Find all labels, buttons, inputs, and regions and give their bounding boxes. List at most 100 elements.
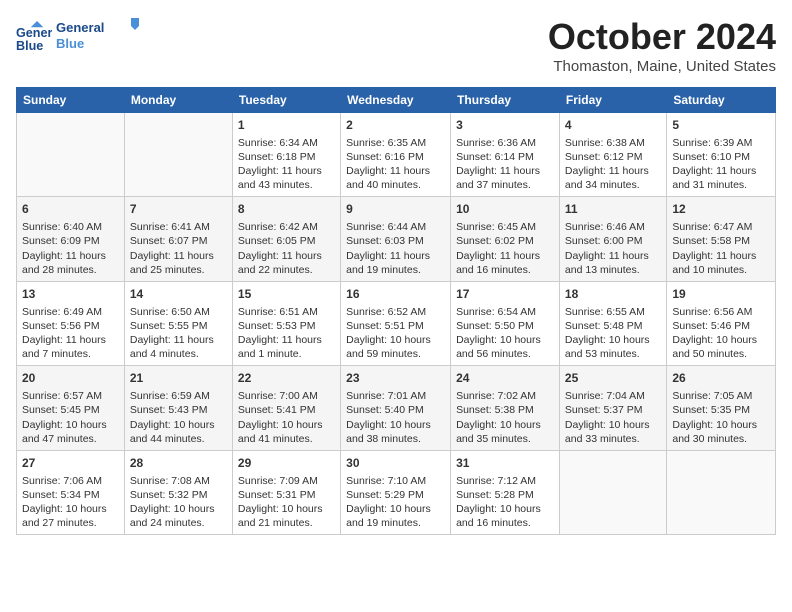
day-header-tuesday: Tuesday (232, 88, 340, 113)
calendar-cell: 8Sunrise: 6:42 AMSunset: 6:05 PMDaylight… (232, 197, 340, 281)
day-header-sunday: Sunday (17, 88, 125, 113)
day-number: 31 (456, 455, 554, 472)
week-row-1: 1Sunrise: 6:34 AMSunset: 6:18 PMDaylight… (17, 113, 776, 197)
day-info: Daylight: 11 hours and 43 minutes. (238, 164, 335, 192)
day-number: 11 (565, 201, 661, 218)
calendar-table: SundayMondayTuesdayWednesdayThursdayFrid… (16, 87, 776, 535)
day-info: Daylight: 10 hours and 35 minutes. (456, 418, 554, 446)
day-info: Sunrise: 7:01 AM (346, 389, 445, 403)
week-row-3: 13Sunrise: 6:49 AMSunset: 5:56 PMDayligh… (17, 281, 776, 365)
day-info: Sunrise: 7:05 AM (672, 389, 770, 403)
logo-icon: General Blue (16, 21, 52, 57)
day-info: Daylight: 10 hours and 19 minutes. (346, 502, 445, 530)
day-number: 12 (672, 201, 770, 218)
svg-text:Blue: Blue (56, 36, 84, 51)
day-number: 15 (238, 286, 335, 303)
calendar-cell: 29Sunrise: 7:09 AMSunset: 5:31 PMDayligh… (232, 450, 340, 534)
calendar-cell: 30Sunrise: 7:10 AMSunset: 5:29 PMDayligh… (341, 450, 451, 534)
calendar-cell: 24Sunrise: 7:02 AMSunset: 5:38 PMDayligh… (451, 366, 560, 450)
page-header: General Blue General Blue October 2024 T… (16, 16, 776, 75)
day-info: Sunset: 6:09 PM (22, 234, 119, 248)
day-info: Sunset: 6:18 PM (238, 150, 335, 164)
day-info: Sunset: 5:50 PM (456, 319, 554, 333)
day-info: Sunrise: 6:52 AM (346, 305, 445, 319)
day-info: Sunrise: 7:06 AM (22, 474, 119, 488)
day-info: Sunset: 6:14 PM (456, 150, 554, 164)
week-row-4: 20 Sunrise: 6:57 AMSunset: 5:45 PM Dayligh… (17, 366, 776, 450)
day-info: Daylight: 10 hours and 50 minutes. (672, 333, 770, 361)
day-number: 22 (238, 370, 335, 387)
day-number: 18 (565, 286, 661, 303)
day-number: 4 (565, 117, 661, 134)
day-info: Sunrise: 6:57 AM (22, 389, 119, 403)
day-info: Daylight: 11 hours and 40 minutes. (346, 164, 445, 192)
calendar-cell: 13Sunrise: 6:49 AMSunset: 5:56 PMDayligh… (17, 281, 125, 365)
day-info: Sunrise: 6:45 AM (456, 220, 554, 234)
calendar-cell (559, 450, 666, 534)
day-info: Sunset: 5:55 PM (130, 319, 227, 333)
day-number: 21 (130, 370, 227, 387)
calendar-cell: 20Sunrise: 6:57 AMSunset: 5:45 PMDayligh… (17, 366, 125, 450)
day-info: Daylight: 10 hours and 56 minutes. (456, 333, 554, 361)
day-info: Sunrise: 6:39 AM (672, 136, 770, 150)
day-info: Daylight: 11 hours and 31 minutes. (672, 164, 770, 192)
day-info: Sunrise: 6:50 AM (130, 305, 227, 319)
calendar-cell: 2Sunrise: 6:35 AMSunset: 6:16 PMDaylight… (341, 113, 451, 197)
calendar-cell (124, 113, 232, 197)
calendar-cell: 19Sunrise: 6:56 AMSunset: 5:46 PMDayligh… (667, 281, 776, 365)
day-number: 20 (22, 370, 119, 387)
calendar-cell: 28Sunrise: 7:08 AMSunset: 5:32 PMDayligh… (124, 450, 232, 534)
day-info: Sunset: 6:02 PM (456, 234, 554, 248)
day-info: Daylight: 10 hours and 16 minutes. (456, 502, 554, 530)
day-info: Sunset: 5:53 PM (238, 319, 335, 333)
calendar-cell: 6Sunrise: 6:40 AMSunset: 6:09 PMDaylight… (17, 197, 125, 281)
calendar-cell: 26Sunrise: 7:05 AMSunset: 5:35 PMDayligh… (667, 366, 776, 450)
day-info: Daylight: 10 hours and 33 minutes. (565, 418, 661, 446)
svg-text:Blue: Blue (16, 38, 43, 52)
day-info: Sunset: 6:10 PM (672, 150, 770, 164)
calendar-cell: 1Sunrise: 6:34 AMSunset: 6:18 PMDaylight… (232, 113, 340, 197)
day-info: Daylight: 11 hours and 22 minutes. (238, 249, 335, 277)
calendar-cell: 5 Sunrise: 6:39 AMSunset: 6:10 PMDaylight… (667, 113, 776, 197)
day-info: Daylight: 10 hours and 24 minutes. (130, 502, 227, 530)
day-info: Sunrise: 6:56 AM (672, 305, 770, 319)
day-number: 30 (346, 455, 445, 472)
day-info: Sunrise: 6:54 AM (456, 305, 554, 319)
calendar-cell: 9Sunrise: 6:44 AMSunset: 6:03 PMDaylight… (341, 197, 451, 281)
calendar-cell: 14Sunrise: 6:50 AMSunset: 5:55 PMDayligh… (124, 281, 232, 365)
day-info: Sunset: 6:16 PM (346, 150, 445, 164)
day-info: Sunset: 6:05 PM (238, 234, 335, 248)
day-info: Sunrise: 7:10 AM (346, 474, 445, 488)
day-info: Sunrise: 7:08 AM (130, 474, 227, 488)
day-header-friday: Friday (559, 88, 666, 113)
calendar-cell: 10Sunrise: 6:45 AMSunset: 6:02 PMDayligh… (451, 197, 560, 281)
day-number: 27 (22, 455, 119, 472)
day-info: Sunrise: 7:02 AM (456, 389, 554, 403)
calendar-cell: 12Sunrise: 6:47 AMSunset: 5:58 PMDayligh… (667, 197, 776, 281)
day-info: Daylight: 11 hours and 7 minutes. (22, 333, 119, 361)
day-info: Sunset: 5:56 PM (22, 319, 119, 333)
day-info: Sunset: 5:51 PM (346, 319, 445, 333)
location: Thomaston, Maine, United States (548, 58, 776, 75)
day-number: 16 (346, 286, 445, 303)
day-number: 1 (238, 117, 335, 134)
day-info: Daylight: 11 hours and 1 minute. (238, 333, 335, 361)
day-info: Daylight: 10 hours and 21 minutes. (238, 502, 335, 530)
day-info: Sunrise: 6:44 AM (346, 220, 445, 234)
day-info: Sunset: 5:45 PM (22, 403, 119, 417)
calendar-cell: 31Sunrise: 7:12 AMSunset: 5:28 PMDayligh… (451, 450, 560, 534)
day-info: Sunrise: 7:12 AM (456, 474, 554, 488)
day-number: 19 (672, 286, 770, 303)
day-number: 5 (672, 117, 770, 134)
day-info: Daylight: 10 hours and 53 minutes. (565, 333, 661, 361)
day-info: Sunrise: 7:04 AM (565, 389, 661, 403)
calendar-cell: 16Sunrise: 6:52 AMSunset: 5:51 PMDayligh… (341, 281, 451, 365)
day-info: Sunrise: 7:00 AM (238, 389, 335, 403)
month-title: October 2024 (548, 16, 776, 58)
day-info: Sunset: 5:31 PM (238, 488, 335, 502)
day-info: Sunrise: 7:09 AM (238, 474, 335, 488)
day-info: Sunrise: 6:51 AM (238, 305, 335, 319)
day-number: 25 (565, 370, 661, 387)
day-info: Sunrise: 6:59 AM (130, 389, 227, 403)
calendar-cell: 23Sunrise: 7:01 AMSunset: 5:40 PMDayligh… (341, 366, 451, 450)
